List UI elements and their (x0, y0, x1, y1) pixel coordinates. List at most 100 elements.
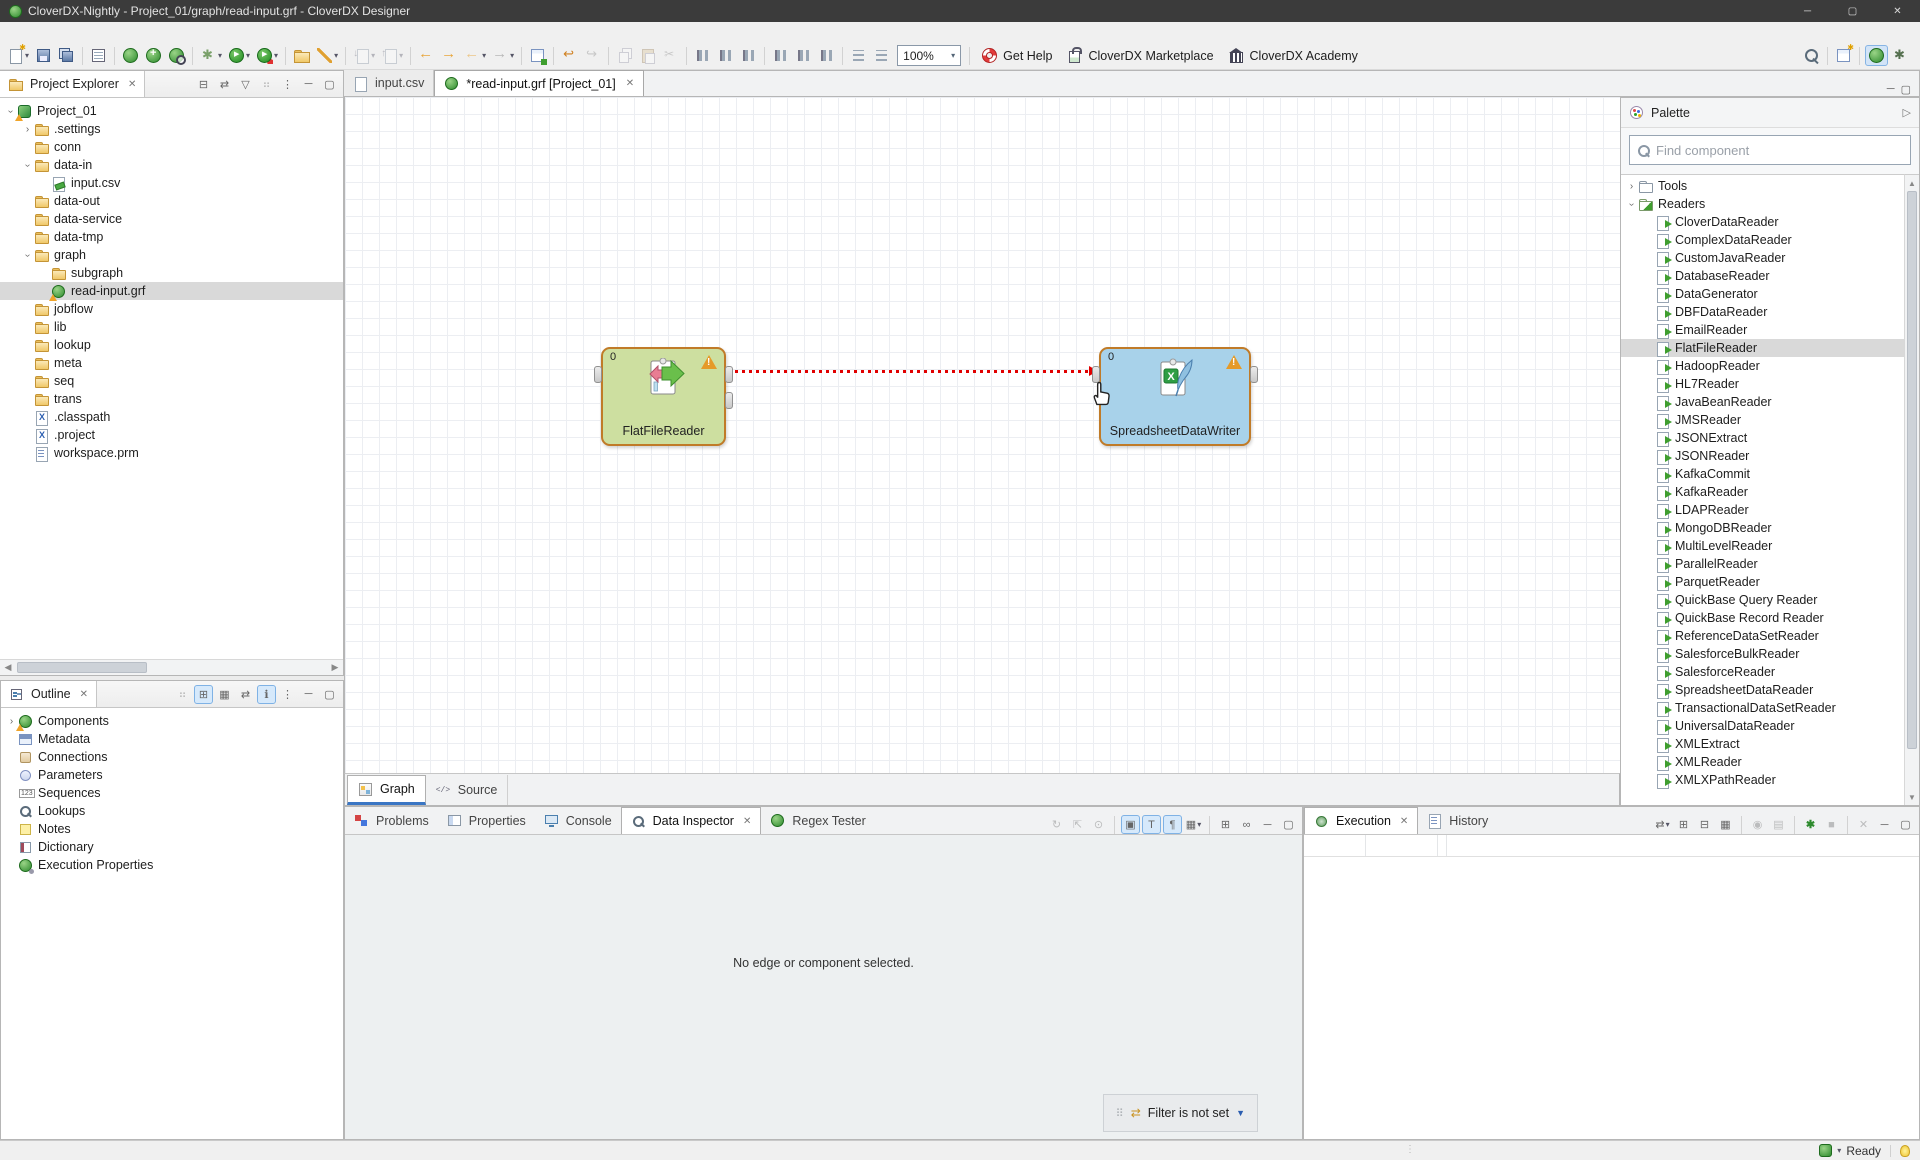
search-icon[interactable] (1801, 46, 1822, 65)
column-header[interactable] (1304, 835, 1366, 856)
close-icon[interactable]: ✕ (128, 79, 136, 90)
link-with-editor-icon[interactable]: ⇄ (236, 685, 255, 704)
focus-icon[interactable]: ⠶ (257, 75, 276, 94)
palette-item[interactable]: JSONReader (1621, 447, 1904, 465)
filter-icon[interactable]: ▽ (236, 75, 255, 94)
tree-item[interactable]: › Components (1, 712, 343, 730)
palette-item[interactable]: KafkaCommit (1621, 465, 1904, 483)
palette-item[interactable]: JavaBeanReader (1621, 393, 1904, 411)
open-in-editor-icon[interactable]: ⇱ (1068, 815, 1087, 834)
palette-item[interactable]: DatabaseReader (1621, 267, 1904, 285)
chevron-down-icon[interactable]: ▾ (246, 51, 250, 60)
palette-item[interactable]: XMLXPathReader (1621, 771, 1904, 789)
tree-item[interactable]: Parameters (1, 766, 343, 784)
menu-item[interactable] (78, 30, 96, 34)
tree-item[interactable]: trans (0, 390, 343, 408)
scroll-down-icon[interactable]: ▼ (1905, 790, 1919, 804)
palette-item[interactable]: ComplexDataReader (1621, 231, 1904, 249)
maximize-icon[interactable]: ▢ (1279, 815, 1298, 834)
expander-icon[interactable]: › (22, 249, 33, 262)
palette-item[interactable]: ParallelReader (1621, 555, 1904, 573)
menu-item[interactable] (96, 30, 114, 34)
tree-item[interactable]: › Project_01 (0, 102, 343, 120)
menu-item[interactable] (150, 30, 168, 34)
graph-canvas[interactable]: 0 FlatFileReader 0 (344, 97, 1620, 773)
get-help-button[interactable]: Get Help (974, 45, 1059, 66)
run-graph-icon[interactable]: ▾ (226, 46, 252, 65)
clear-icon[interactable]: ✕ (1854, 815, 1873, 834)
palette-item[interactable]: SpreadsheetDataReader (1621, 681, 1904, 699)
refresh-icon[interactable]: ↻ (1047, 815, 1066, 834)
tab-data-inspector[interactable]: Data Inspector ✕ (621, 807, 762, 834)
palette-item[interactable]: JMSReader (1621, 411, 1904, 429)
edit-metadata-icon[interactable] (527, 46, 548, 65)
tree-item[interactable]: input.csv (0, 174, 343, 192)
tree-item[interactable]: › graph (0, 246, 343, 264)
palette-item[interactable]: FlatFileReader (1621, 339, 1904, 357)
run-configurations-icon[interactable]: ▾ (254, 46, 280, 65)
palette-item[interactable]: UniversalDataReader (1621, 717, 1904, 735)
connect-icon[interactable]: ⠶ (173, 685, 192, 704)
input-port[interactable] (594, 366, 602, 383)
column-header[interactable] (1366, 835, 1438, 856)
clover-graph-icon[interactable] (120, 46, 141, 65)
tree-item[interactable]: › .settings (0, 120, 343, 138)
palette-item[interactable]: › Tools (1621, 177, 1904, 195)
stop-icon[interactable]: ■ (1822, 815, 1841, 834)
align-top-icon[interactable] (770, 46, 791, 65)
zoom-select[interactable]: 100% ▾ (897, 45, 961, 66)
expander-icon[interactable]: › (1625, 181, 1638, 192)
tree-view-icon[interactable]: ⊞ (194, 685, 213, 704)
paste-icon[interactable] (637, 46, 658, 65)
edge[interactable] (728, 370, 1091, 373)
highlight-icon[interactable]: ▾ (314, 46, 340, 65)
expander-icon[interactable]: › (22, 159, 33, 172)
academy-button[interactable]: CloverDX Academy (1221, 45, 1365, 66)
maximize-icon[interactable]: ▢ (1901, 83, 1911, 96)
palette-item[interactable]: SalesforceReader (1621, 663, 1904, 681)
next-annotation-icon[interactable]: ▾ (351, 46, 377, 65)
tips-lightbulb-icon[interactable] (1900, 1145, 1910, 1157)
cloverdx-perspective-icon[interactable] (1865, 45, 1888, 66)
chevron-down-icon[interactable]: ▾ (274, 51, 278, 60)
tree-item[interactable]: data-out (0, 192, 343, 210)
back-history-icon[interactable]: ▾ (462, 46, 488, 65)
show-text-icon[interactable]: T (1142, 815, 1161, 834)
chevron-down-icon[interactable]: ▼ (1236, 1108, 1245, 1118)
save-icon[interactable] (33, 46, 54, 65)
link-icon[interactable]: ∞ (1237, 815, 1256, 834)
marketplace-button[interactable]: CloverDX Marketplace (1059, 45, 1220, 66)
collapse-palette-icon[interactable]: ▷ (1903, 106, 1911, 119)
palette-item[interactable]: MultiLevelReader (1621, 537, 1904, 555)
palette-item[interactable]: EmailReader (1621, 321, 1904, 339)
component-spreadsheetdatawriter[interactable]: 0 X SpreadsheetDataWriter (1099, 347, 1251, 446)
column-header[interactable] (1438, 835, 1447, 856)
maximize-button[interactable]: ▢ (1830, 0, 1875, 22)
menu-item[interactable] (114, 30, 132, 34)
minimize-icon[interactable]: ─ (299, 685, 318, 704)
maximize-icon[interactable]: ▢ (320, 685, 339, 704)
link-with-editor-icon[interactable]: ⇄ (215, 75, 234, 94)
outline-tab[interactable]: Outline ✕ (1, 681, 97, 707)
find-component-input[interactable] (1656, 143, 1903, 158)
view-menu-icon[interactable]: ⋮ (278, 75, 297, 94)
tree-item[interactable]: conn (0, 138, 343, 156)
cut-icon[interactable] (660, 46, 681, 65)
palette-item[interactable]: MongoDBReader (1621, 519, 1904, 537)
menu-item[interactable] (60, 30, 78, 34)
tree-item[interactable]: meta (0, 354, 343, 372)
tab-input-csv[interactable]: input.csv (344, 70, 434, 96)
tree-item[interactable]: workspace.prm (0, 444, 343, 462)
show-whitespace-icon[interactable]: ¶ (1163, 815, 1182, 834)
output-port[interactable] (725, 392, 733, 409)
chevron-down-icon[interactable]: ▾ (1837, 1146, 1841, 1155)
close-icon[interactable]: ✕ (626, 78, 634, 89)
show-details-icon[interactable]: ▦ (1716, 815, 1735, 834)
new-window-icon[interactable]: ⊞ (1216, 815, 1235, 834)
minimize-button[interactable]: ─ (1785, 0, 1830, 22)
search-components-icon[interactable] (166, 46, 187, 65)
undo-icon[interactable] (559, 46, 580, 65)
forward-icon[interactable] (439, 46, 460, 65)
server-status-icon[interactable] (1819, 1144, 1832, 1157)
vertical-scrollbar[interactable]: ▲ ▼ (1904, 174, 1919, 805)
